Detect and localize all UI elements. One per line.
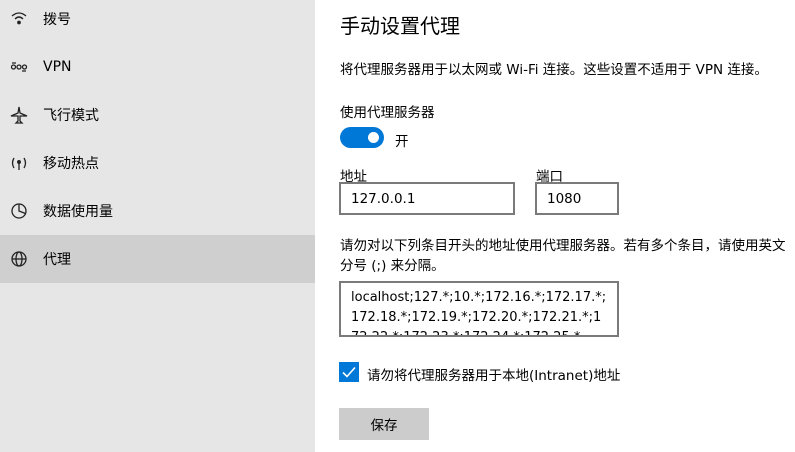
sidebar-item-label: 代理 (43, 252, 71, 268)
sidebar-item-label: 移动热点 (43, 156, 99, 172)
dialup-icon (10, 10, 28, 28)
address-input[interactable] (339, 182, 515, 215)
data-usage-icon (10, 202, 28, 220)
exceptions-textarea[interactable]: localhost;127.*;10.*;172.16.*;172.17.*;1… (339, 281, 619, 337)
vpn-icon (10, 58, 28, 76)
bypass-local-label: 请勿将代理服务器用于本地(Intranet)地址 (367, 368, 621, 384)
bypass-local-checkbox[interactable] (339, 362, 359, 382)
sidebar: 拨号 VPN 飞行模式 移动热点 数据使用量 代理 (0, 0, 315, 452)
sidebar-item-mobile-hotspot[interactable]: 移动热点 (0, 139, 315, 187)
use-proxy-label: 使用代理服务器 (340, 105, 435, 121)
sidebar-item-label: 飞行模式 (43, 108, 99, 124)
checkmark-icon (342, 366, 356, 378)
sidebar-item-label: VPN (43, 59, 72, 75)
page-title: 手动设置代理 (340, 14, 460, 38)
page-description: 将代理服务器用于以太网或 Wi-Fi 连接。这些设置不适用于 VPN 连接。 (340, 62, 768, 78)
sidebar-item-proxy[interactable]: 代理 (0, 235, 315, 283)
save-button[interactable]: 保存 (339, 408, 429, 440)
toggle-knob (368, 132, 379, 143)
proxy-settings-panel: 手动设置代理 将代理服务器用于以太网或 Wi-Fi 连接。这些设置不适用于 VP… (315, 0, 795, 452)
hotspot-icon (10, 154, 28, 172)
toggle-state-label: 开 (395, 134, 409, 150)
sidebar-item-label: 数据使用量 (43, 204, 113, 220)
sidebar-item-airplane-mode[interactable]: 飞行模式 (0, 91, 315, 139)
sidebar-item-label: 拨号 (43, 12, 71, 28)
use-proxy-toggle[interactable] (340, 127, 384, 148)
port-input[interactable] (535, 182, 619, 215)
sidebar-item-data-usage[interactable]: 数据使用量 (0, 187, 315, 235)
sidebar-item-vpn[interactable]: VPN (0, 43, 315, 91)
exceptions-text: localhost;127.*;10.*;172.16.*;172.17.*;1… (351, 290, 607, 335)
airplane-icon (10, 106, 28, 124)
globe-icon (10, 250, 28, 268)
sidebar-item-dialup[interactable]: 拨号 (0, 0, 315, 43)
exceptions-label: 请勿对以下列条目开头的地址使用代理服务器。若有多个条目，请使用英文分号 (;) … (340, 238, 786, 274)
